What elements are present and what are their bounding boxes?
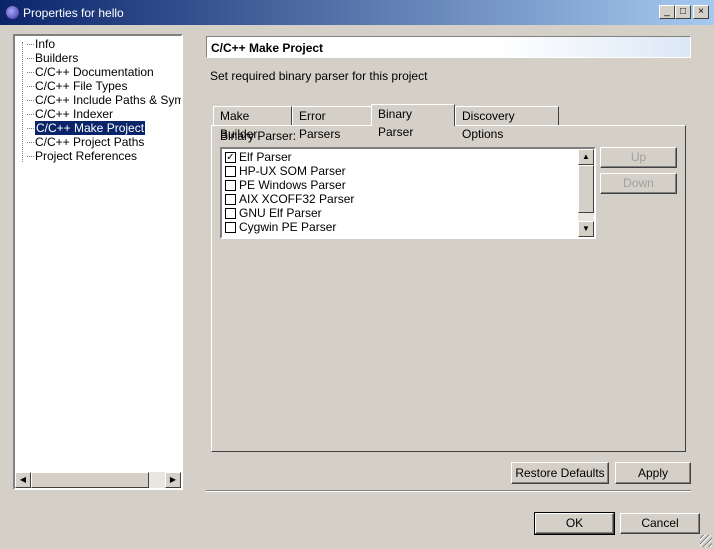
scroll-right-icon[interactable]: ▶: [165, 472, 181, 488]
page-description: Set required binary parser for this proj…: [210, 69, 428, 83]
tree-item-cpp-file-types[interactable]: C/C++ File Types: [27, 79, 127, 93]
up-button[interactable]: Up: [600, 147, 677, 168]
tree-item-cpp-documentation[interactable]: C/C++ Documentation: [27, 65, 154, 79]
scroll-up-icon[interactable]: ▲: [578, 149, 594, 165]
parser-list-scroll-thumb[interactable]: [578, 165, 594, 213]
tree-item-builders[interactable]: Builders: [27, 51, 78, 65]
parser-item-gnu-elf[interactable]: GNU Elf Parser: [239, 206, 322, 220]
tab-discovery-options[interactable]: Discovery Options: [455, 106, 559, 141]
checkbox-aix-xcoff32-parser[interactable]: [225, 194, 236, 205]
resize-grip-icon[interactable]: [700, 535, 712, 547]
down-button[interactable]: Down: [600, 173, 677, 194]
checkbox-elf-parser[interactable]: ✓: [225, 152, 236, 163]
restore-defaults-button[interactable]: Restore Defaults: [511, 462, 609, 484]
tree-hscrollbar[interactable]: ◀ ▶: [15, 472, 181, 488]
tab-error-parsers[interactable]: Error Parsers: [292, 106, 372, 141]
page-title: C/C++ Make Project: [211, 41, 324, 55]
tree-viewport: Info Builders C/C++ Documentation C/C++ …: [15, 36, 181, 472]
eclipse-icon: [5, 5, 20, 20]
maximize-button[interactable]: □: [675, 5, 691, 19]
scroll-left-icon[interactable]: ◀: [15, 472, 31, 488]
parser-item-cygwin-pe[interactable]: Cygwin PE Parser: [239, 220, 336, 234]
checkbox-gnu-elf-parser[interactable]: [225, 208, 236, 219]
tree-item-project-references[interactable]: Project References: [27, 149, 137, 163]
tree-hscroll-thumb[interactable]: [31, 472, 149, 488]
tab-make-builder[interactable]: Make Builder: [213, 106, 292, 141]
tree-item-cpp-make-project[interactable]: C/C++ Make Project: [27, 121, 146, 135]
separator: [206, 490, 691, 492]
parser-item-aix-xcoff32[interactable]: AIX XCOFF32 Parser: [239, 192, 354, 206]
tree-item-info[interactable]: Info: [27, 37, 55, 51]
checkbox-cygwin-pe-parser[interactable]: [225, 222, 236, 233]
tree-item-cpp-include-paths[interactable]: C/C++ Include Paths & Symbols: [27, 93, 181, 107]
parser-list-vscrollbar[interactable]: ▲ ▼: [578, 149, 594, 237]
tree-item-cpp-project-paths[interactable]: C/C++ Project Paths: [27, 135, 144, 149]
binary-parser-label: Binary Parser:: [220, 129, 297, 143]
parser-item-elf[interactable]: Elf Parser: [239, 150, 292, 164]
cancel-button[interactable]: Cancel: [620, 513, 700, 534]
title-bar[interactable]: Properties for hello _ □ ×: [0, 0, 714, 25]
parser-item-hpux-som[interactable]: HP-UX SOM Parser: [239, 164, 346, 178]
ok-button[interactable]: OK: [534, 512, 615, 535]
apply-button[interactable]: Apply: [615, 462, 691, 484]
checkbox-hpux-som-parser[interactable]: [225, 166, 236, 177]
parser-item-pe-windows[interactable]: PE Windows Parser: [239, 178, 346, 192]
minimize-button[interactable]: _: [659, 5, 675, 19]
tab-binary-parser[interactable]: Binary Parser: [371, 104, 455, 139]
scroll-down-icon[interactable]: ▼: [578, 221, 594, 237]
window-title: Properties for hello: [23, 6, 124, 20]
close-button[interactable]: ×: [693, 5, 709, 19]
tree-connector: [22, 42, 23, 162]
tree-item-cpp-indexer[interactable]: C/C++ Indexer: [27, 107, 113, 121]
page-header: C/C++ Make Project: [206, 36, 691, 58]
checkbox-pe-windows-parser[interactable]: [225, 180, 236, 191]
